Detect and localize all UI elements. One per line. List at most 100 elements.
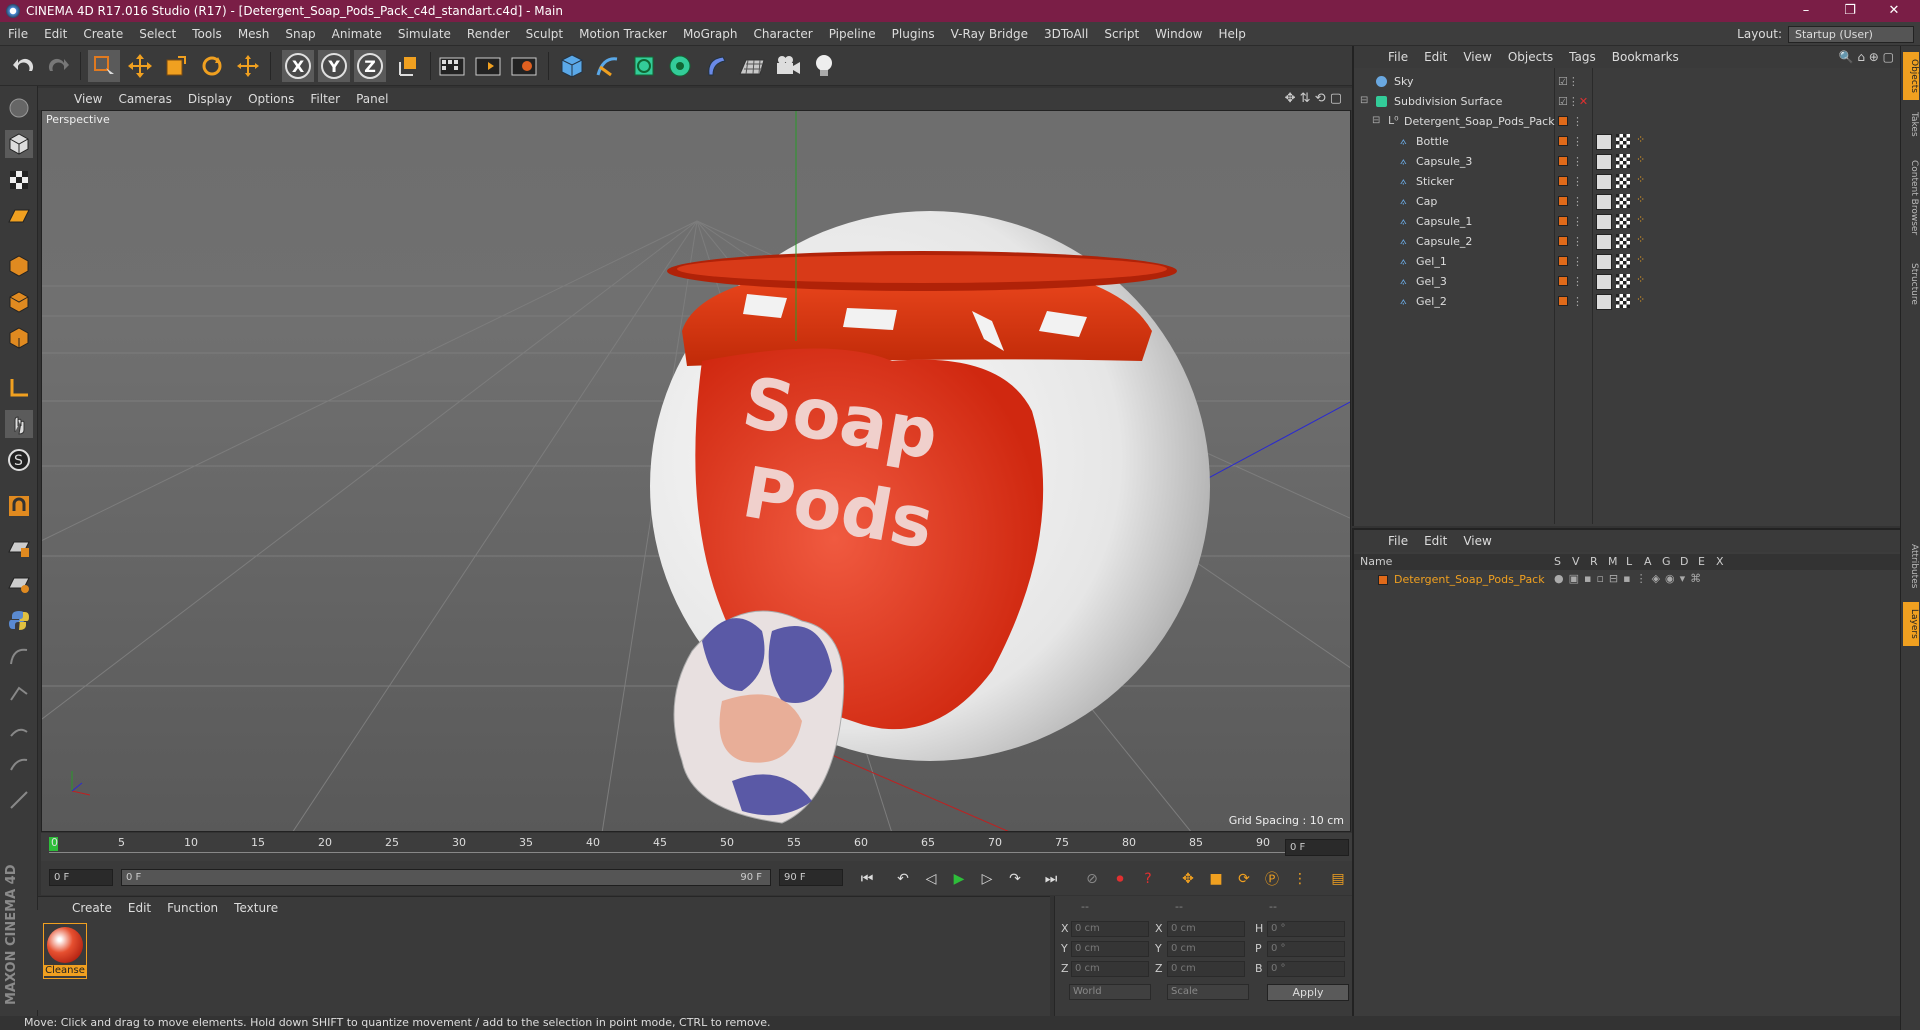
layer-menu-file[interactable]: File (1380, 534, 1416, 548)
rotation-h-field[interactable]: 0 ° (1267, 921, 1345, 937)
menu-character[interactable]: Character (745, 27, 820, 41)
layer-color-swatch[interactable] (1558, 216, 1568, 226)
collapse-toggle-icon[interactable]: ⊟ (1372, 115, 1380, 126)
camera-object-icon[interactable] (772, 50, 804, 82)
timeline-window-icon[interactable]: ▤ (1327, 868, 1349, 890)
object-row-capsule-1[interactable]: ⟑ Capsule_1 ⋮ ⁘ (1354, 212, 1899, 232)
layer-color-swatch[interactable] (1558, 296, 1568, 306)
menu-sculpt[interactable]: Sculpt (518, 27, 571, 41)
key-pla-icon[interactable]: ⋮ (1289, 868, 1311, 890)
minimize-button[interactable]: – (1784, 0, 1828, 22)
menu-edit[interactable]: Edit (36, 27, 75, 41)
previous-frame-icon[interactable]: ◁ (920, 868, 942, 890)
position-z-field[interactable]: 0 cm (1071, 961, 1149, 977)
cube-object-icon[interactable] (556, 50, 588, 82)
menu-mograph[interactable]: MoGraph (675, 27, 746, 41)
menu-window[interactable]: Window (1147, 27, 1210, 41)
viewport-menu-view[interactable]: View (66, 92, 110, 106)
selection-tag-icon[interactable]: ⁘ (1636, 193, 1645, 206)
z-axis-lock-icon[interactable]: Z (354, 50, 386, 82)
key-parameter-icon[interactable]: Ⓟ (1261, 868, 1283, 890)
coordinate-space-dropdown[interactable]: World (1069, 984, 1151, 1000)
object-menu-tags[interactable]: Tags (1561, 50, 1604, 64)
layer-menu-edit[interactable]: Edit (1416, 534, 1455, 548)
column-manager[interactable]: M (1608, 555, 1618, 568)
size-y-field[interactable]: 0 cm (1167, 941, 1245, 957)
frame-range-slider[interactable]: 0 F 90 F (121, 869, 771, 886)
object-row-gel-2[interactable]: ⟑ Gel_2 ⋮ ⁘ (1354, 292, 1899, 312)
visibility-toggle-icon[interactable]: ☑⋮ (1558, 75, 1579, 88)
timeline-ruler[interactable]: 0 5 10 15 20 25 30 35 40 45 50 55 60 65 … (41, 833, 1352, 861)
edges-mode-icon[interactable] (5, 288, 33, 316)
selection-tag-icon[interactable]: ⁘ (1636, 133, 1645, 146)
layer-color-swatch[interactable] (1558, 256, 1568, 266)
menu-help[interactable]: Help (1210, 27, 1253, 41)
column-animation[interactable]: A (1644, 555, 1652, 568)
floor-environment-icon[interactable] (736, 50, 768, 82)
material-tag-icon[interactable] (1596, 274, 1612, 290)
x-axis-lock-icon[interactable]: X (282, 50, 314, 82)
menu-pipeline[interactable]: Pipeline (821, 27, 884, 41)
menu-file[interactable]: File (0, 27, 36, 41)
viewport-menu-display[interactable]: Display (180, 92, 240, 106)
subdivision-surface-icon[interactable] (628, 50, 660, 82)
texture-tag-icon[interactable] (1616, 294, 1630, 308)
live-selection-icon[interactable] (88, 50, 120, 82)
tab-takes[interactable]: Takes (1903, 106, 1919, 142)
layer-color-swatch[interactable] (1558, 196, 1568, 206)
visibility-dots-icon[interactable]: ⋮ (1572, 295, 1583, 308)
material-swatch-cleanse[interactable]: Cleanse (43, 923, 87, 979)
start-frame-field[interactable]: 0 F (49, 869, 113, 886)
texture-mode-icon[interactable] (5, 166, 33, 194)
selection-tag-icon[interactable]: ⁘ (1636, 213, 1645, 226)
viewport-menu-filter[interactable]: Filter (302, 92, 348, 106)
viewport-nav-icons[interactable]: ✥ ⇅ ⟲ ▢ (1285, 91, 1342, 106)
spline-pen-icon[interactable] (592, 50, 624, 82)
texture-tag-icon[interactable] (1616, 194, 1630, 208)
object-menu-edit[interactable]: Edit (1416, 50, 1455, 64)
menu-simulate[interactable]: Simulate (390, 27, 459, 41)
visibility-dots-icon[interactable]: ⋮ (1572, 215, 1583, 228)
maximize-button[interactable]: ❐ (1828, 0, 1872, 22)
selection-tag-icon[interactable]: ⁘ (1636, 233, 1645, 246)
selection-tag-icon[interactable]: ⁘ (1636, 273, 1645, 286)
object-row-capsule-2[interactable]: ⟑ Capsule_2 ⋮ ⁘ (1354, 232, 1899, 252)
column-expressions[interactable]: E (1698, 555, 1705, 568)
layer-color-swatch[interactable] (1558, 116, 1568, 126)
transform-tool-icon[interactable] (232, 50, 264, 82)
texture-tag-icon[interactable] (1616, 154, 1630, 168)
menu-select[interactable]: Select (131, 27, 184, 41)
column-name[interactable]: Name (1360, 555, 1392, 568)
tab-objects[interactable]: Objects (1903, 52, 1919, 100)
move-tool-icon[interactable] (124, 50, 156, 82)
visibility-dots-icon[interactable]: ⋮ (1572, 255, 1583, 268)
material-tag-icon[interactable] (1596, 194, 1612, 210)
object-manager-search-icon[interactable]: 🔍 ⌂ ⊕ ▢ (1839, 50, 1894, 64)
tab-structure[interactable]: Structure (1903, 254, 1919, 314)
column-render[interactable]: R (1590, 555, 1598, 568)
object-menu-file[interactable]: File (1380, 50, 1416, 64)
selection-tag-icon[interactable]: ⁘ (1636, 253, 1645, 266)
size-mode-dropdown[interactable]: Scale (1167, 984, 1249, 1000)
end-frame-field[interactable]: 90 F (779, 869, 843, 886)
texture-tag-icon[interactable] (1616, 234, 1630, 248)
menu-mesh[interactable]: Mesh (230, 27, 278, 41)
viewport-menu-panel[interactable]: Panel (348, 92, 396, 106)
menu-script[interactable]: Script (1096, 27, 1147, 41)
selection-tag-icon[interactable]: ⁘ (1636, 173, 1645, 186)
visibility-dots-icon[interactable]: ⋮ (1572, 135, 1583, 148)
bezier-tool-icon[interactable] (5, 678, 33, 706)
material-tag-icon[interactable] (1596, 134, 1612, 150)
autokeying-icon[interactable]: ⏺ (1109, 868, 1131, 890)
menu-snap[interactable]: Snap (277, 27, 323, 41)
undo-icon[interactable] (8, 50, 40, 82)
menu-create[interactable]: Create (75, 27, 131, 41)
material-tag-icon[interactable] (1596, 254, 1612, 270)
snapping-icon[interactable]: S (5, 446, 33, 474)
tweak-mode-icon[interactable] (5, 410, 33, 438)
redo-icon[interactable] (42, 50, 74, 82)
material-tag-icon[interactable] (1596, 154, 1612, 170)
object-row-cap[interactable]: ⟑ Cap ⋮ ⁘ (1354, 192, 1899, 212)
position-y-field[interactable]: 0 cm (1071, 941, 1149, 957)
axis-mode-icon[interactable] (5, 374, 33, 402)
